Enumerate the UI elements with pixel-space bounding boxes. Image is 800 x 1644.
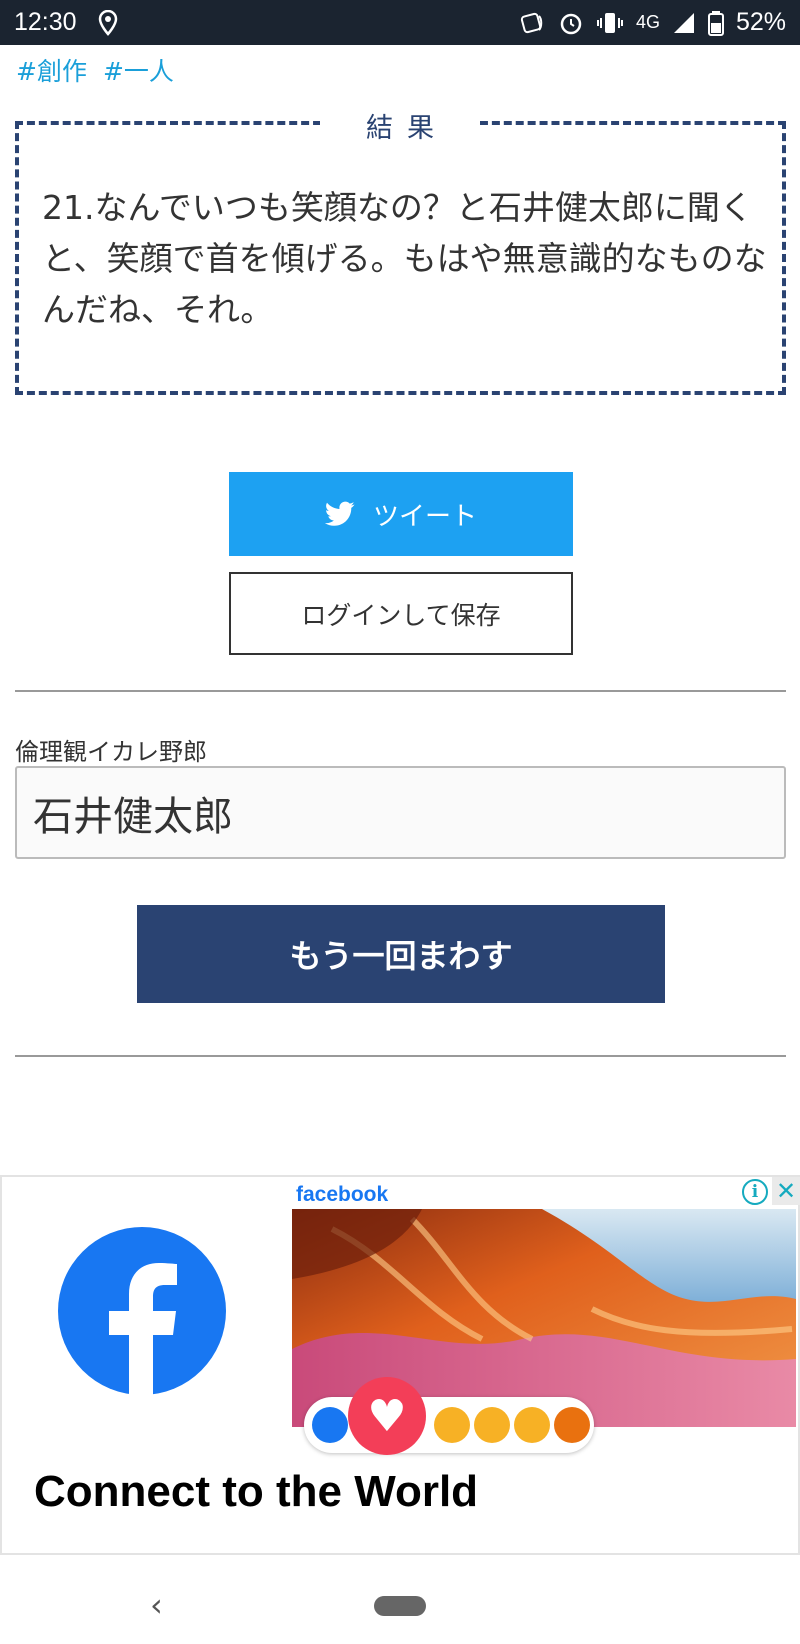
ad-info-icon[interactable]: i <box>742 1179 768 1205</box>
wow-icon <box>474 1407 510 1443</box>
divider <box>15 690 786 692</box>
tag-link[interactable]: #一人 <box>103 52 174 88</box>
divider <box>15 1055 786 1057</box>
tag-link[interactable]: #創作 <box>16 52 87 88</box>
nfc-icon <box>520 12 543 33</box>
ad-brand: facebook <box>296 1183 389 1206</box>
name-input[interactable] <box>15 766 786 859</box>
twitter-bird-icon <box>324 501 355 526</box>
status-time: 12:30 <box>14 8 77 36</box>
alarm-icon <box>560 13 582 34</box>
ad-banner[interactable]: facebook i ✕ ♥ Connect to the World <box>0 1175 800 1555</box>
login-save-button[interactable]: ログインして保存 <box>229 572 573 655</box>
facebook-logo-icon <box>58 1227 226 1395</box>
back-icon[interactable]: ‹ <box>150 1586 163 1624</box>
signal-icon <box>673 12 694 33</box>
result-heading: 結果 <box>320 106 480 145</box>
ad-close-icon[interactable]: ✕ <box>772 1177 800 1205</box>
network-type: 4G <box>635 12 660 32</box>
haha-icon <box>434 1407 470 1443</box>
location-pin-icon <box>98 9 117 36</box>
battery-percent: 52% <box>735 8 786 36</box>
tag-list: #創作 #一人 <box>16 52 174 88</box>
battery-icon <box>707 10 724 36</box>
vibrate-icon <box>596 12 623 33</box>
result-text: 21.なんでいつも笑顔なの？と石井健太郎に聞くと、笑顔で首を傾げる。もはや無意識… <box>42 188 767 329</box>
login-save-label: ログインして保存 <box>301 600 501 630</box>
home-pill-icon[interactable] <box>374 1596 426 1616</box>
like-icon <box>312 1407 348 1443</box>
angry-icon <box>554 1407 590 1443</box>
spin-again-label: もう一回まわす <box>289 937 513 975</box>
name-field-label: 倫理観イカレ野郎 <box>15 738 207 766</box>
spin-again-button[interactable]: もう一回まわす <box>137 905 665 1003</box>
tweet-label: ツイート <box>372 501 477 532</box>
love-icon: ♥ <box>348 1377 426 1455</box>
status-bar: 12:30 4G 52% <box>0 0 800 45</box>
system-nav-bar: ‹ <box>0 1556 800 1644</box>
sad-icon <box>514 1407 550 1443</box>
reaction-bar: ♥ <box>304 1377 594 1455</box>
tweet-button[interactable]: ツイート <box>229 472 573 556</box>
ad-headline: Connect to the World <box>34 1467 479 1516</box>
